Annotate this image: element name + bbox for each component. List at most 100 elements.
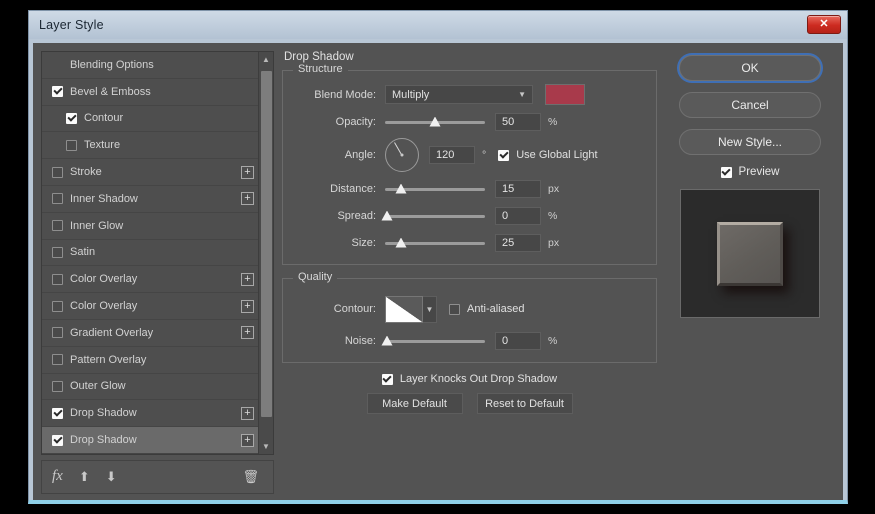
shadow-color-swatch[interactable]: [545, 84, 585, 105]
use-global-light-label: Use Global Light: [516, 149, 597, 161]
default-buttons: Make Default Reset to Default: [282, 393, 657, 414]
size-slider[interactable]: [385, 235, 485, 251]
styles-scrollbar[interactable]: ▲ ▼: [258, 52, 273, 454]
scroll-up-icon[interactable]: ▲: [259, 52, 274, 67]
add-effect-icon[interactable]: +: [241, 192, 254, 205]
style-row[interactable]: Satin: [42, 240, 258, 267]
screen: Layer Style ✕ Blending OptionsBevel & Em…: [0, 0, 875, 514]
style-enable-checkbox[interactable]: [52, 220, 63, 231]
blend-mode-label: Blend Mode:: [293, 89, 385, 101]
distance-input[interactable]: 15: [495, 180, 541, 198]
contour-dropdown-icon[interactable]: ▼: [423, 296, 437, 323]
style-row-label: Inner Shadow: [70, 193, 241, 205]
anti-aliased-label: Anti-aliased: [467, 303, 524, 315]
style-row[interactable]: Outer Glow: [42, 374, 258, 401]
style-row-label: Color Overlay: [70, 273, 241, 285]
slider-track: [385, 340, 485, 343]
style-row[interactable]: Drop Shadow+: [42, 400, 258, 427]
distance-slider[interactable]: [385, 181, 485, 197]
size-row: Size: 25 px: [293, 231, 646, 254]
styles-list-box: Blending Options Bevel & EmbossContour Tex…: [41, 51, 274, 455]
style-enable-checkbox[interactable]: [66, 140, 77, 151]
reset-default-button[interactable]: Reset to Default: [477, 393, 573, 414]
preview-thumbnail: [680, 189, 820, 318]
blend-mode-value: Multiply: [392, 89, 429, 101]
preview-checkbox[interactable]: [721, 167, 732, 178]
add-effect-icon[interactable]: +: [241, 407, 254, 420]
style-row-label: Blending Options: [70, 59, 254, 71]
add-effect-icon[interactable]: +: [241, 300, 254, 313]
effects-toolbar: fx ⬆ ⬇ 🗑: [41, 460, 274, 494]
style-enable-checkbox[interactable]: [52, 167, 63, 178]
move-down-icon[interactable]: ⬇: [106, 470, 117, 483]
style-enable-checkbox[interactable]: [66, 113, 77, 124]
add-effect-icon[interactable]: +: [241, 326, 254, 339]
ok-button[interactable]: OK: [679, 55, 821, 81]
cancel-button[interactable]: Cancel: [679, 92, 821, 118]
style-enable-checkbox[interactable]: [52, 354, 63, 365]
add-effect-icon[interactable]: +: [241, 166, 254, 179]
anti-aliased-toggle[interactable]: Anti-aliased: [449, 303, 524, 315]
add-effect-icon[interactable]: +: [241, 273, 254, 286]
delete-icon[interactable]: 🗑: [242, 470, 259, 483]
opacity-slider[interactable]: [385, 114, 485, 130]
style-enable-checkbox[interactable]: [52, 247, 63, 258]
style-row-label: Texture: [84, 139, 254, 151]
style-row[interactable]: Bevel & Emboss: [42, 79, 258, 106]
scrollbar-thumb[interactable]: [261, 71, 272, 417]
style-row[interactable]: Inner Glow: [42, 213, 258, 240]
fx-icon[interactable]: fx: [52, 469, 63, 484]
style-row[interactable]: Texture: [42, 132, 258, 159]
style-enable-checkbox[interactable]: [52, 327, 63, 338]
noise-input[interactable]: 0: [495, 332, 541, 350]
angle-dial[interactable]: [385, 138, 419, 172]
style-row[interactable]: Color Overlay+: [42, 266, 258, 293]
blend-mode-select[interactable]: Multiply ▼: [385, 85, 533, 104]
quality-fieldset: Quality Contour: ▼ Anti-aliased N: [282, 278, 657, 363]
scroll-down-icon[interactable]: ▼: [259, 439, 274, 454]
opacity-unit: %: [548, 116, 557, 128]
style-row[interactable]: Drop Shadow+: [42, 427, 258, 454]
use-global-light-toggle[interactable]: Use Global Light: [498, 149, 597, 161]
style-enable-checkbox[interactable]: [52, 274, 63, 285]
opacity-row: Opacity: 50 %: [293, 110, 646, 133]
style-enable-checkbox[interactable]: [52, 435, 63, 446]
chevron-down-icon: ▼: [518, 90, 526, 99]
dialog-body: Blending Options Bevel & EmbossContour Tex…: [33, 43, 843, 500]
contour-curve-icon: [386, 297, 422, 322]
style-row[interactable]: Gradient Overlay+: [42, 320, 258, 347]
style-row[interactable]: Blending Options: [42, 52, 258, 79]
scrollbar-track[interactable]: [261, 67, 272, 439]
angle-input[interactable]: 120: [429, 146, 475, 164]
contour-preview[interactable]: [385, 296, 423, 323]
size-input[interactable]: 25: [495, 234, 541, 252]
style-enable-checkbox[interactable]: [52, 301, 63, 312]
new-style-button[interactable]: New Style...: [679, 129, 821, 155]
add-effect-icon[interactable]: +: [241, 434, 254, 447]
spread-slider[interactable]: [385, 208, 485, 224]
noise-row: Noise: 0 %: [293, 329, 646, 352]
use-global-light-checkbox[interactable]: [498, 150, 509, 161]
spread-input[interactable]: 0: [495, 207, 541, 225]
style-row[interactable]: Contour: [42, 106, 258, 133]
make-default-button[interactable]: Make Default: [367, 393, 463, 414]
close-icon[interactable]: ✕: [807, 15, 841, 34]
distance-label: Distance:: [293, 183, 385, 195]
knocks-out-checkbox[interactable]: [382, 374, 393, 385]
style-row[interactable]: Inner Shadow+: [42, 186, 258, 213]
noise-slider[interactable]: [385, 333, 485, 349]
style-row-label: Drop Shadow: [70, 434, 241, 446]
anti-aliased-checkbox[interactable]: [449, 304, 460, 315]
preview-toggle[interactable]: Preview: [721, 166, 780, 178]
style-enable-checkbox[interactable]: [52, 381, 63, 392]
style-enable-checkbox[interactable]: [52, 86, 63, 97]
move-up-icon[interactable]: ⬆: [79, 470, 90, 483]
style-row[interactable]: Color Overlay+: [42, 293, 258, 320]
style-row[interactable]: Pattern Overlay: [42, 347, 258, 374]
knocks-out-toggle[interactable]: Layer Knocks Out Drop Shadow: [282, 373, 657, 385]
style-row[interactable]: Stroke+: [42, 159, 258, 186]
style-enable-checkbox[interactable]: [52, 193, 63, 204]
style-enable-checkbox[interactable]: [52, 408, 63, 419]
preview-shape: [717, 222, 783, 286]
opacity-input[interactable]: 50: [495, 113, 541, 131]
